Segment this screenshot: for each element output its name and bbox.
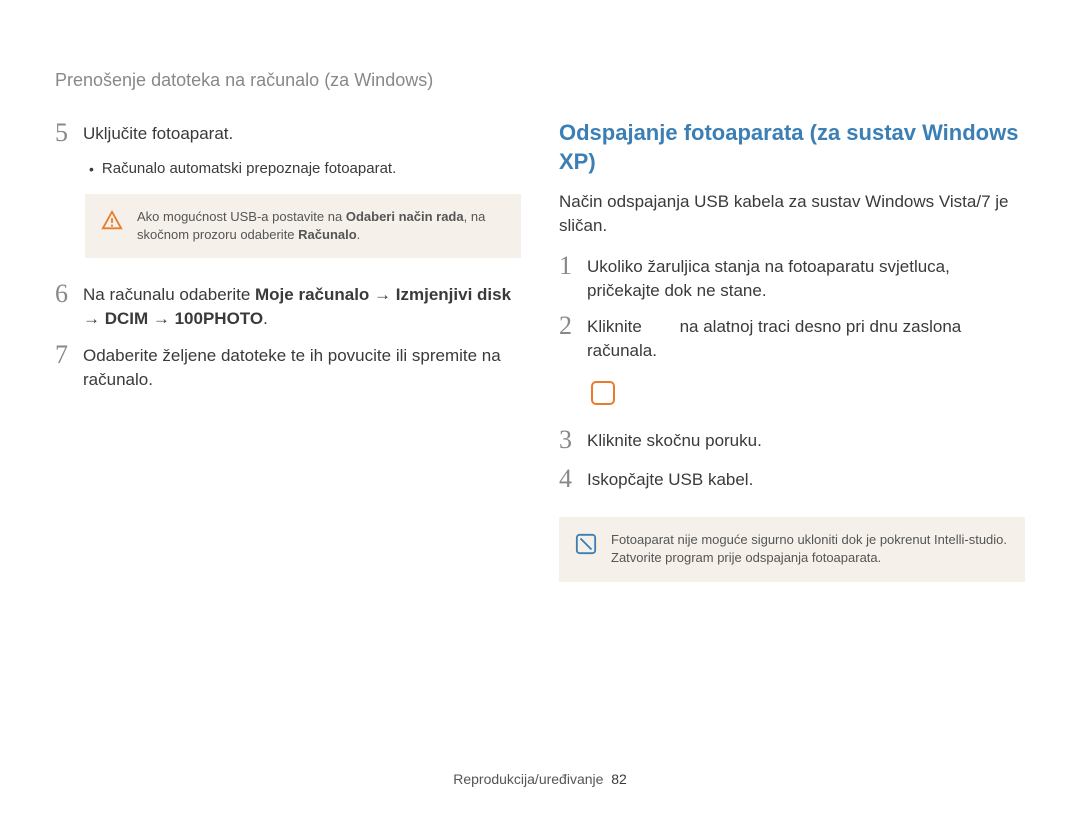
step-text: Ukoliko žaruljica stanja na fotoaparatu … bbox=[587, 252, 1025, 303]
intro-text: Način odspajanja USB kabela za sustav Wi… bbox=[559, 190, 1025, 238]
taskbar-icon-placeholder bbox=[591, 381, 615, 405]
step-number: 7 bbox=[55, 341, 73, 370]
right-column: Odspajanje fotoaparata (za sustav Window… bbox=[559, 119, 1025, 604]
step-text: Iskopčajte USB kabel. bbox=[587, 465, 753, 492]
step-number: 2 bbox=[559, 312, 577, 341]
info-icon bbox=[575, 533, 597, 555]
step-text: Kliknite skočnu poruku. bbox=[587, 426, 762, 453]
section-title: Odspajanje fotoaparata (za sustav Window… bbox=[559, 119, 1025, 176]
page-header: Prenošenje datoteka na računalo (za Wind… bbox=[55, 70, 1025, 91]
bullet-dot: • bbox=[89, 158, 94, 180]
info-text: Fotoaparat nije moguće sigurno ukloniti … bbox=[611, 531, 1009, 567]
step-7: 7 Odaberite željene datoteke te ih povuc… bbox=[55, 341, 521, 392]
step-number: 5 bbox=[55, 119, 73, 148]
bullet-text: Računalo automatski prepoznaje fotoapara… bbox=[102, 158, 396, 179]
step-6: 6 Na računalu odaberite Moje računalo → … bbox=[55, 280, 521, 331]
step-text: Odaberite željene datoteke te ih povucit… bbox=[83, 341, 521, 392]
step-number: 4 bbox=[559, 465, 577, 494]
step-text: Na računalu odaberite Moje računalo → Iz… bbox=[83, 280, 521, 331]
warning-icon bbox=[101, 210, 123, 232]
step-3: 3 Kliknite skočnu poruku. bbox=[559, 426, 1025, 455]
step-2: 2 Kliknite na alatnoj traci desno pri dn… bbox=[559, 312, 1025, 363]
step-1: 1 Ukoliko žaruljica stanja na fotoaparat… bbox=[559, 252, 1025, 303]
left-column: 5 Uključite fotoaparat. • Računalo autom… bbox=[55, 119, 521, 604]
step-number: 3 bbox=[559, 426, 577, 455]
warning-text: Ako mogućnost USB-a postavite na Odaberi… bbox=[137, 208, 505, 244]
step-text: Kliknite na alatnoj traci desno pri dnu … bbox=[587, 312, 1025, 363]
footer-page-number: 82 bbox=[611, 771, 627, 787]
step-number: 1 bbox=[559, 252, 577, 281]
step-4: 4 Iskopčajte USB kabel. bbox=[559, 465, 1025, 494]
warning-note: Ako mogućnost USB-a postavite na Odaberi… bbox=[85, 194, 521, 258]
page-footer: Reprodukcija/uređivanje 82 bbox=[0, 771, 1080, 787]
step-5: 5 Uključite fotoaparat. bbox=[55, 119, 521, 148]
footer-label: Reprodukcija/uređivanje bbox=[453, 771, 603, 787]
step-number: 6 bbox=[55, 280, 73, 309]
info-note: Fotoaparat nije moguće sigurno ukloniti … bbox=[559, 517, 1025, 581]
step-text: Uključite fotoaparat. bbox=[83, 119, 233, 146]
step-5-bullet: • Računalo automatski prepoznaje fotoapa… bbox=[89, 158, 521, 180]
